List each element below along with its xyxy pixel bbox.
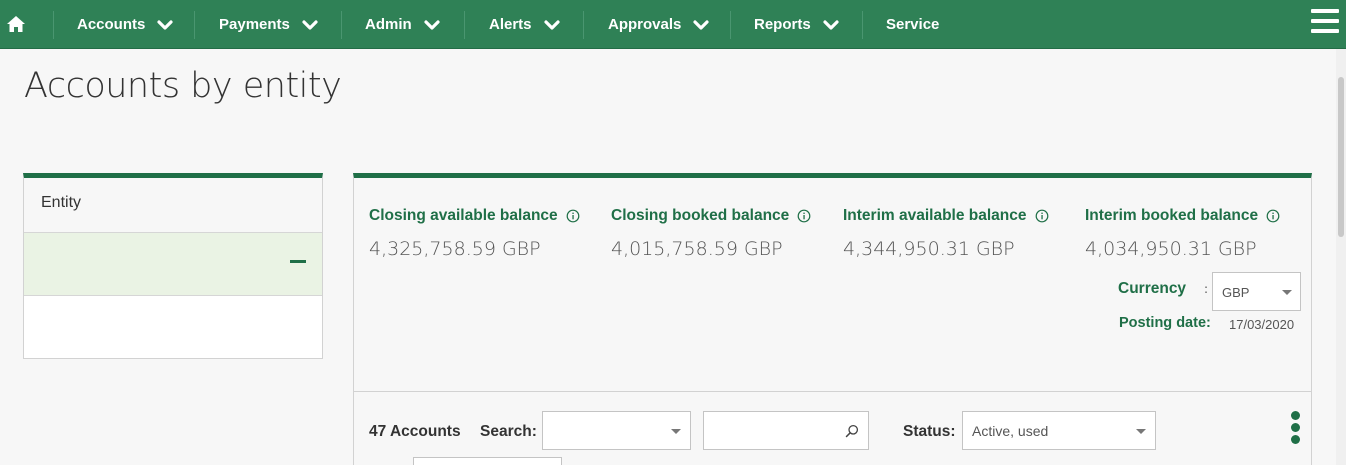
- balance-label-text: Interim available balance: [843, 207, 1027, 224]
- nav-separator: [53, 11, 54, 39]
- home-icon[interactable]: [6, 15, 26, 33]
- nav-item-alerts[interactable]: Alerts: [489, 0, 560, 49]
- nav-item-accounts[interactable]: Accounts: [77, 0, 173, 49]
- currency-select[interactable]: GBP: [1212, 272, 1301, 311]
- nav-item-service[interactable]: Service: [886, 0, 939, 49]
- status-select[interactable]: Active, used: [962, 411, 1156, 450]
- nav-separator: [583, 11, 584, 39]
- currency-separator: :: [1204, 282, 1209, 296]
- nav-item-payments[interactable]: Payments: [219, 0, 318, 49]
- nav-separator: [862, 11, 863, 39]
- more-options-icon[interactable]: [1291, 411, 1301, 447]
- closing-available-balance-value: 4,325,758.59 GBP: [369, 238, 541, 260]
- currency-selected-value: GBP: [1222, 285, 1250, 300]
- interim-booked-balance-value: 4,034,950.31 GBP: [1085, 238, 1257, 260]
- nav-separator: [464, 11, 465, 39]
- chevron-down-icon: [302, 19, 318, 30]
- balance-label-text: Closing available balance: [369, 207, 558, 224]
- info-icon[interactable]: [1266, 209, 1280, 223]
- posting-date-label: Posting date:: [1119, 315, 1211, 331]
- nav-separator: [194, 11, 195, 39]
- info-icon[interactable]: [566, 209, 580, 223]
- interim-available-balance-value: 4,344,950.31 GBP: [843, 238, 1015, 260]
- info-icon[interactable]: [1035, 209, 1049, 223]
- closing-booked-balance-value: 4,015,758.59 GBP: [611, 238, 783, 260]
- currency-label: Currency: [1118, 280, 1187, 297]
- closing-booked-balance-label: Closing booked balance: [611, 207, 811, 225]
- nav-separator: [730, 11, 731, 39]
- top-nav: Accounts Payments Admin Alerts Approvals…: [0, 0, 1346, 49]
- caret-down-icon: [1282, 290, 1292, 295]
- nav-item-label: Reports: [754, 16, 811, 33]
- nav-item-reports[interactable]: Reports: [754, 0, 839, 49]
- page-title: Accounts by entity: [24, 66, 342, 106]
- search-input[interactable]: [703, 411, 869, 450]
- scrollbar-thumb[interactable]: [1338, 77, 1344, 237]
- nav-item-label: Service: [886, 16, 940, 33]
- caret-down-icon: [1136, 429, 1146, 434]
- info-icon[interactable]: [797, 209, 811, 223]
- balance-label-text: Closing booked balance: [611, 207, 790, 224]
- status-label: Status:: [903, 423, 956, 440]
- account-count: 47 Accounts: [369, 423, 461, 440]
- chevron-down-icon: [823, 19, 839, 30]
- nav-item-label: Alerts: [489, 16, 532, 33]
- minus-icon[interactable]: [290, 260, 306, 263]
- hamburger-menu-icon[interactable]: [1311, 9, 1339, 35]
- entity-panel: Entity: [23, 173, 323, 359]
- nav-item-label: Accounts: [77, 16, 146, 33]
- nav-item-admin[interactable]: Admin: [365, 0, 440, 49]
- chevron-down-icon: [693, 19, 709, 30]
- search-field-select[interactable]: [542, 411, 691, 450]
- nav-item-approvals[interactable]: Approvals: [608, 0, 709, 49]
- entity-header: Entity: [24, 178, 322, 233]
- nav-separator: [341, 11, 342, 39]
- balance-label-text: Interim booked balance: [1085, 207, 1259, 224]
- caret-down-icon: [671, 429, 681, 434]
- closing-available-balance-label: Closing available balance: [369, 207, 580, 225]
- interim-available-balance-label: Interim available balance: [843, 207, 1049, 225]
- page-scrollbar[interactable]: [1336, 49, 1346, 465]
- balance-panel: Closing available balance 4,325,758.59 G…: [353, 173, 1312, 465]
- search-icon[interactable]: [845, 424, 859, 438]
- section-divider: [354, 391, 1311, 392]
- secondary-filter-field[interactable]: [413, 457, 562, 465]
- chevron-down-icon: [157, 19, 173, 30]
- nav-item-label: Admin: [365, 16, 412, 33]
- chevron-down-icon: [424, 19, 440, 30]
- entity-row[interactable]: [24, 296, 322, 358]
- posting-date-value: 17/03/2020: [1229, 317, 1295, 332]
- search-label: Search:: [480, 423, 537, 440]
- chevron-down-icon: [543, 19, 560, 30]
- nav-item-label: Payments: [219, 16, 290, 33]
- nav-item-label: Approvals: [608, 16, 682, 33]
- entity-row-selected[interactable]: [24, 233, 322, 296]
- interim-booked-balance-label: Interim booked balance: [1085, 207, 1280, 225]
- status-selected-value: Active, used: [972, 423, 1049, 439]
